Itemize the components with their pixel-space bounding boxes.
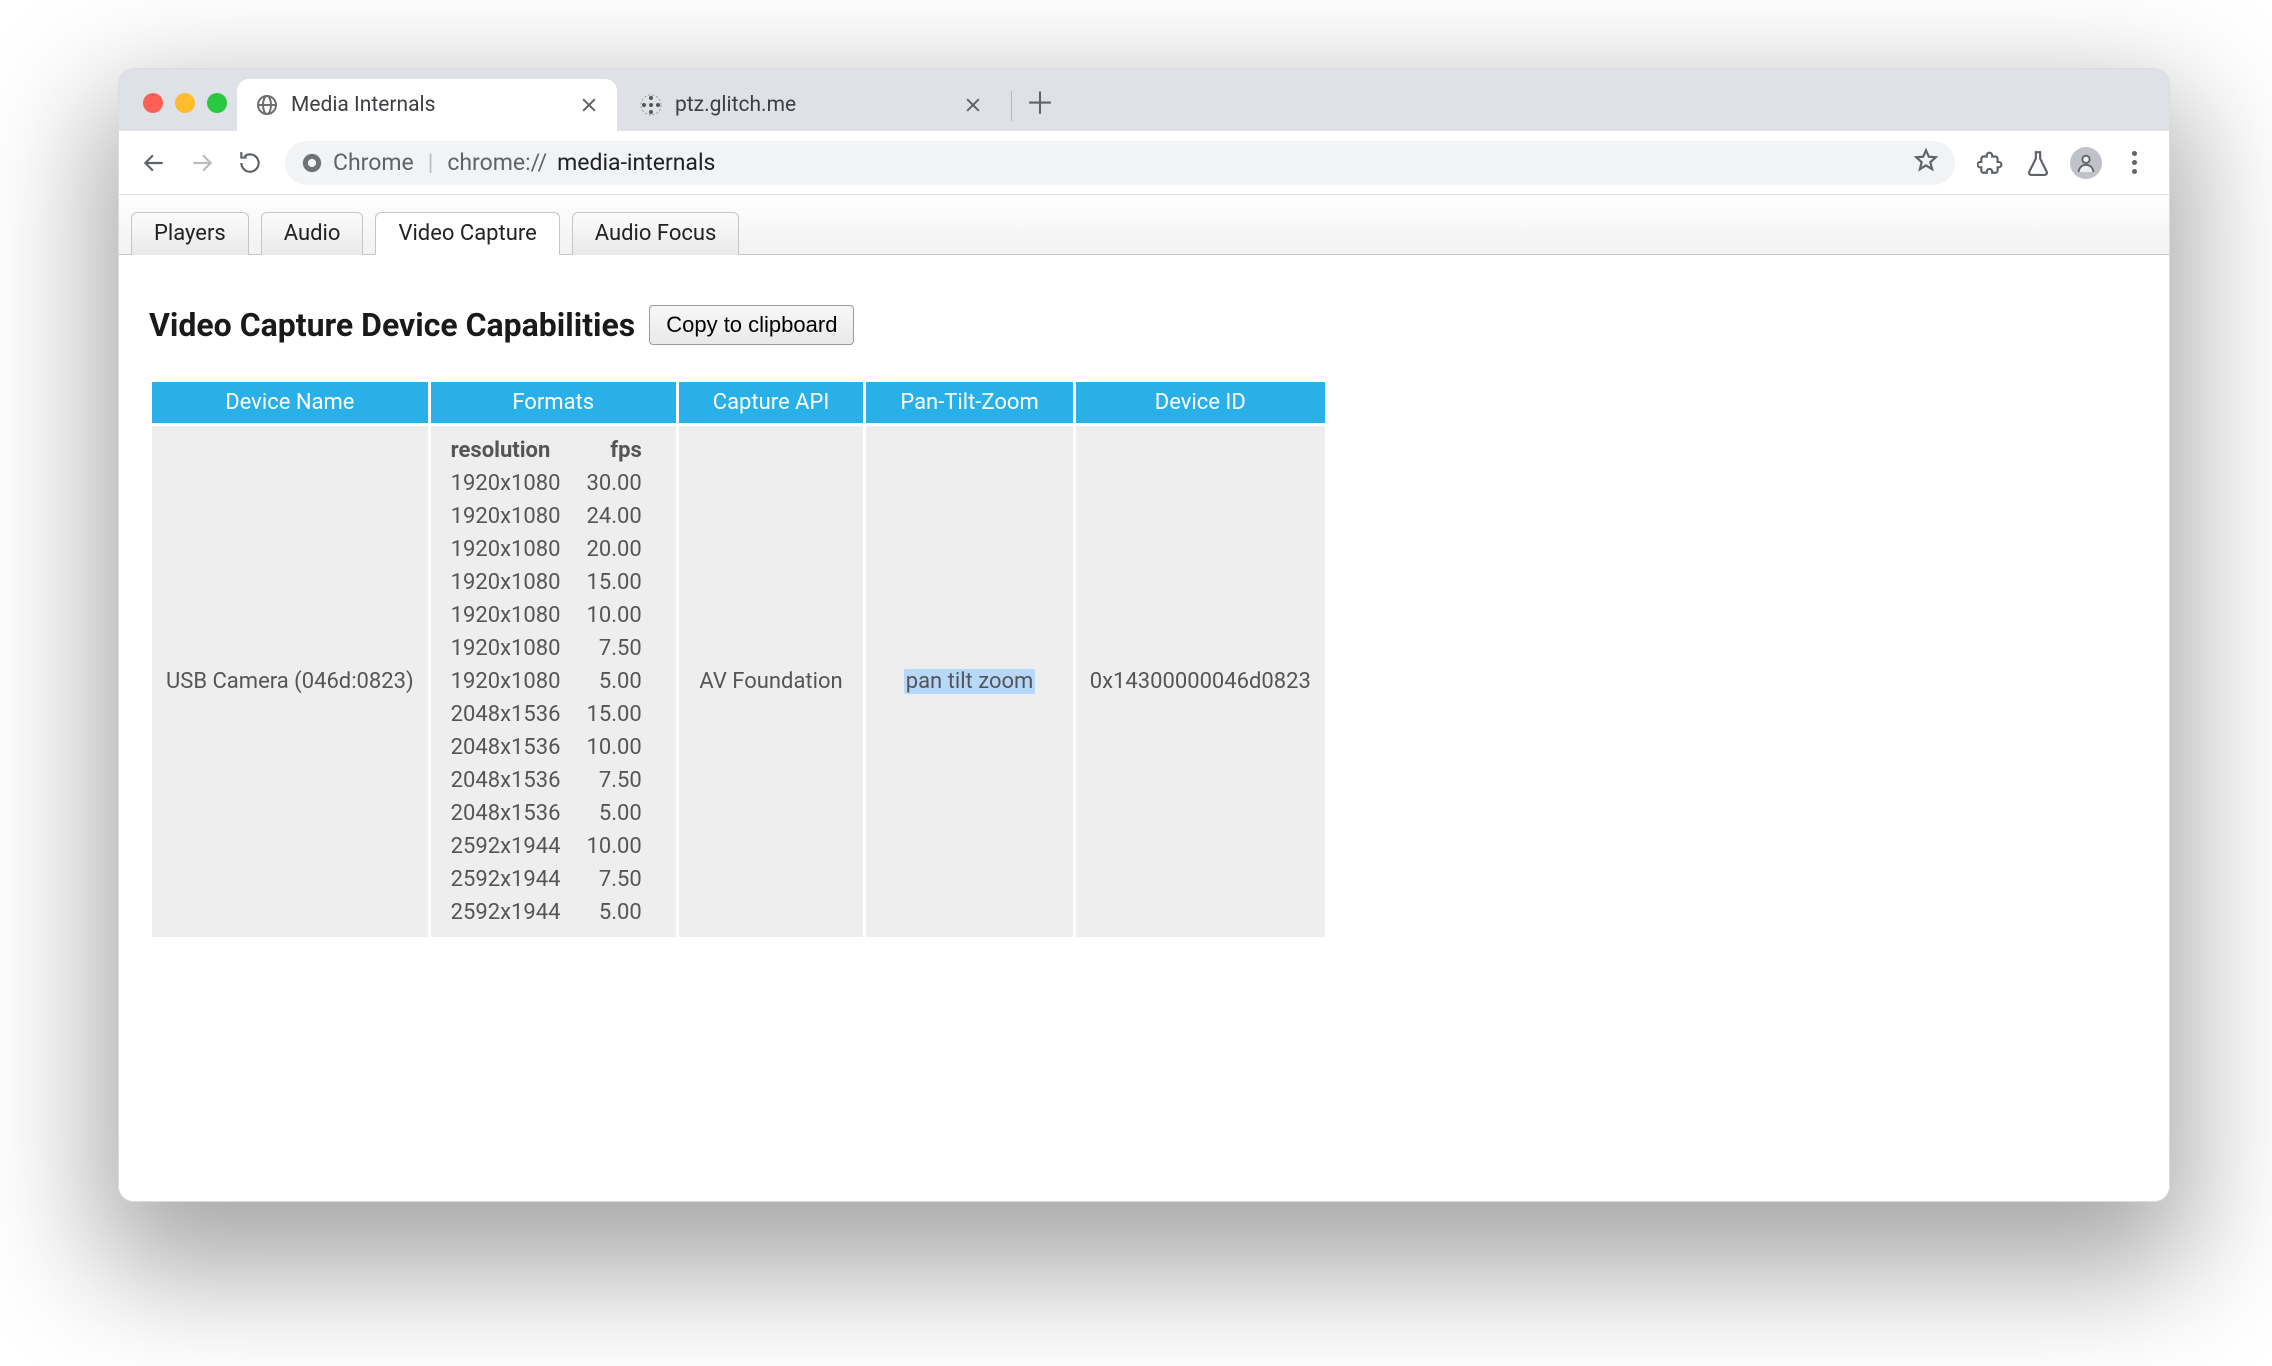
cell-fps: 10.00 [581,731,662,764]
browser-tab-title: Media Internals [291,93,567,117]
formats-col-resolution: resolution [445,434,581,467]
new-tab-button[interactable]: ＋ [1018,83,1062,127]
cell-fps: 20.00 [581,533,662,566]
format-row: 2048x153610.00 [445,731,662,764]
cell-fps: 7.50 [581,863,662,896]
cell-ptz: pan tilt zoom [866,426,1072,937]
forward-button[interactable] [181,142,223,184]
reload-button[interactable] [229,142,271,184]
col-ptz[interactable]: Pan-Tilt-Zoom [866,382,1072,423]
col-device-name[interactable]: Device Name [152,382,428,423]
chrome-icon [301,152,323,174]
site-favicon-icon [639,93,663,117]
cell-fps: 7.50 [581,764,662,797]
kebab-menu-icon [2124,151,2145,174]
browser-toolbar: Chrome | chrome://media-internals [119,131,2169,195]
browser-tab-title: ptz.glitch.me [675,93,951,117]
format-row: 1920x108010.00 [445,599,662,632]
format-row: 2592x194410.00 [445,830,662,863]
browser-tab[interactable]: ptz.glitch.me [621,79,1001,131]
cell-fps: 15.00 [581,698,662,731]
window-controls [133,93,237,131]
format-row: 1920x108030.00 [445,467,662,500]
cell-fps: 5.00 [581,665,662,698]
omnibox-url-prefix: chrome:// [447,149,547,176]
bookmark-star-icon[interactable] [1913,147,1939,179]
page-content: Players Audio Video Capture Audio Focus … [119,195,2169,970]
tab-separator [1011,91,1012,121]
tab-audio-focus[interactable]: Audio Focus [572,212,740,255]
col-device-id[interactable]: Device ID [1076,382,1325,423]
browser-menu-button[interactable] [2113,142,2155,184]
cell-fps: 5.00 [581,797,662,830]
cell-device-name: USB Camera (046d:0823) [152,426,428,937]
tab-players[interactable]: Players [131,212,249,255]
page-tab-bar: Players Audio Video Capture Audio Focus [119,195,2169,255]
cell-resolution: 2048x1536 [445,698,581,731]
browser-tab[interactable]: Media Internals [237,79,617,131]
format-row: 1920x108020.00 [445,533,662,566]
cell-resolution: 2048x1536 [445,797,581,830]
col-formats[interactable]: Formats [431,382,676,423]
cell-resolution: 1920x1080 [445,467,581,500]
page-title: Video Capture Device Capabilities [149,306,635,344]
browser-tab-strip: Media Internals ptz.glitch.me ＋ [119,69,2169,131]
cell-fps: 5.00 [581,896,662,929]
close-tab-icon[interactable] [579,95,599,115]
omnibox-url-path: media-internals [557,149,715,176]
copy-to-clipboard-button[interactable]: Copy to clipboard [649,305,854,345]
browser-window: Media Internals ptz.glitch.me ＋ [118,68,2170,1202]
format-row: 1920x108015.00 [445,566,662,599]
profile-button[interactable] [2065,142,2107,184]
cell-resolution: 1920x1080 [445,533,581,566]
minimize-window-button[interactable] [175,93,195,113]
cell-formats: resolutionfps1920x108030.001920x108024.0… [431,426,676,937]
cell-resolution: 2048x1536 [445,764,581,797]
cell-resolution: 1920x1080 [445,665,581,698]
cell-device-id: 0x14300000046d0823 [1076,426,1325,937]
labs-button[interactable] [2017,142,2059,184]
cell-resolution: 2048x1536 [445,731,581,764]
col-capture-api[interactable]: Capture API [679,382,864,423]
cell-resolution: 1920x1080 [445,632,581,665]
tab-audio[interactable]: Audio [261,212,364,255]
cell-resolution: 2592x1944 [445,863,581,896]
format-row: 1920x10805.00 [445,665,662,698]
format-row: 2048x153615.00 [445,698,662,731]
close-window-button[interactable] [143,93,163,113]
ptz-highlight: pan tilt zoom [904,669,1036,694]
cell-fps: 7.50 [581,632,662,665]
cell-resolution: 2592x1944 [445,830,581,863]
cell-fps: 10.00 [581,830,662,863]
cell-capture-api: AV Foundation [679,426,864,937]
cell-fps: 15.00 [581,566,662,599]
format-row: 2048x15367.50 [445,764,662,797]
format-row: 1920x10807.50 [445,632,662,665]
close-tab-icon[interactable] [963,95,983,115]
cell-fps: 10.00 [581,599,662,632]
maximize-window-button[interactable] [207,93,227,113]
globe-icon [255,93,279,117]
table-row: USB Camera (046d:0823)resolutionfps1920x… [152,426,1325,937]
tab-video-capture[interactable]: Video Capture [375,212,559,255]
back-button[interactable] [133,142,175,184]
format-row: 2592x19445.00 [445,896,662,929]
cell-fps: 24.00 [581,500,662,533]
formats-col-fps: fps [581,434,662,467]
cell-fps: 30.00 [581,467,662,500]
cell-resolution: 1920x1080 [445,599,581,632]
capabilities-table: Device Name Formats Capture API Pan-Tilt… [149,379,1328,940]
cell-resolution: 1920x1080 [445,566,581,599]
format-row: 2048x15365.00 [445,797,662,830]
cell-resolution: 2592x1944 [445,896,581,929]
format-row: 1920x108024.00 [445,500,662,533]
format-row: 2592x19447.50 [445,863,662,896]
plus-icon: ＋ [1025,90,1055,120]
avatar-icon [2070,147,2102,179]
cell-resolution: 1920x1080 [445,500,581,533]
extensions-button[interactable] [1969,142,2011,184]
address-bar[interactable]: Chrome | chrome://media-internals [285,141,1955,185]
omnibox-secure-label: Chrome [333,149,414,176]
